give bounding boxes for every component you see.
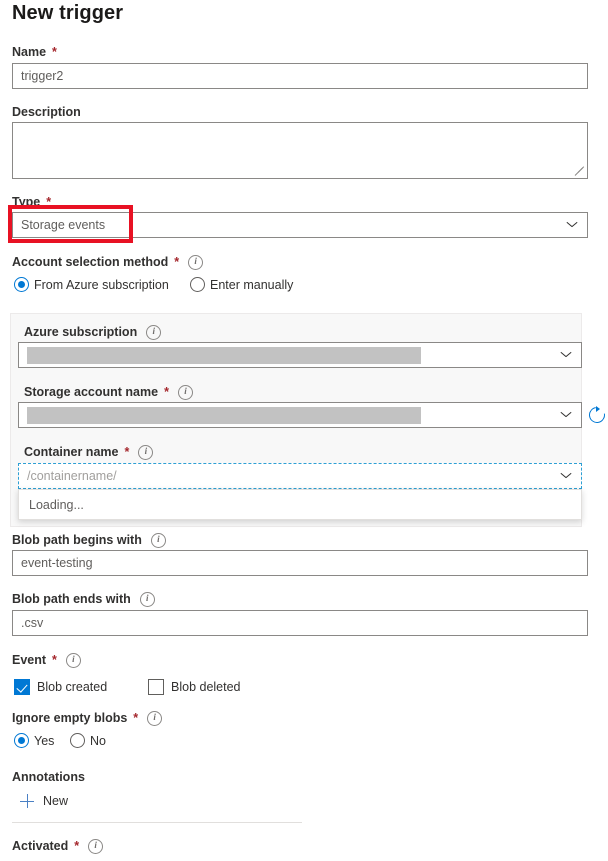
info-icon[interactable]: [138, 445, 153, 460]
blob-path-begins-with-input[interactable]: event-testing: [12, 550, 588, 576]
checkbox-indicator: [14, 679, 30, 695]
checkbox-label: Blob deleted: [171, 680, 241, 694]
dropdown-loading-text: Loading...: [29, 498, 84, 512]
description-label: Description: [12, 104, 81, 120]
checkbox-label: Blob created: [37, 680, 107, 694]
checkbox-blob-created[interactable]: Blob created: [14, 679, 107, 695]
radio-indicator: [14, 733, 29, 748]
ignore-empty-blobs-label-text: Ignore empty blobs: [12, 710, 127, 726]
radio-enter-manually[interactable]: Enter manually: [190, 277, 293, 292]
type-label-text: Type: [12, 194, 40, 210]
chevron-down-icon: [567, 219, 579, 231]
info-icon[interactable]: [140, 592, 155, 607]
storage-account-name-label-text: Storage account name: [24, 384, 158, 400]
radio-indicator: [190, 277, 205, 292]
radio-from-azure-subscription[interactable]: From Azure subscription: [14, 277, 169, 292]
chevron-down-icon: [561, 349, 573, 361]
container-name-label: Container name *: [24, 444, 153, 460]
annotations-label-text: Annotations: [12, 769, 85, 785]
info-icon[interactable]: [147, 711, 162, 726]
account-selection-method-required-marker: *: [174, 254, 179, 270]
info-icon[interactable]: [88, 839, 103, 854]
checkbox-indicator: [148, 679, 164, 695]
azure-subscription-label-text: Azure subscription: [24, 324, 137, 340]
container-name-select[interactable]: /containername/: [18, 463, 582, 489]
container-name-required-marker: *: [124, 444, 129, 460]
event-required-marker: *: [52, 652, 57, 668]
blob-path-begins-with-value: event-testing: [21, 556, 93, 570]
name-label-text: Name: [12, 44, 46, 60]
radio-indicator: [14, 277, 29, 292]
redacted-value: [27, 407, 421, 424]
blob-path-begins-with-label-text: Blob path begins with: [12, 532, 142, 548]
type-select-value: Storage events: [21, 218, 561, 232]
name-input[interactable]: trigger2: [12, 63, 588, 89]
blob-path-ends-with-label-text: Blob path ends with: [12, 591, 131, 607]
description-textarea[interactable]: [12, 122, 588, 179]
container-name-placeholder: /containername/: [27, 469, 555, 483]
resize-grip-icon[interactable]: [574, 166, 585, 177]
checkbox-blob-deleted[interactable]: Blob deleted: [148, 679, 241, 695]
info-icon[interactable]: [151, 533, 166, 548]
blob-path-begins-with-label: Blob path begins with: [12, 532, 166, 548]
name-input-value: trigger2: [21, 69, 63, 83]
refresh-icon[interactable]: [589, 407, 605, 423]
name-label: Name *: [12, 44, 57, 60]
info-icon[interactable]: [178, 385, 193, 400]
section-divider: [12, 822, 302, 823]
plus-icon: [20, 794, 34, 808]
chevron-down-icon: [561, 409, 573, 421]
type-select[interactable]: Storage events: [12, 212, 588, 238]
storage-account-name-select[interactable]: [18, 402, 582, 428]
new-trigger-form: New trigger Name * trigger2 Description …: [0, 0, 608, 861]
ignore-empty-blobs-label: Ignore empty blobs *: [12, 710, 162, 726]
chevron-down-icon: [561, 470, 573, 482]
account-selection-method-label-text: Account selection method: [12, 254, 168, 270]
account-selection-method-label: Account selection method *: [12, 254, 203, 270]
info-icon[interactable]: [188, 255, 203, 270]
add-annotation-button[interactable]: New: [20, 794, 68, 808]
add-annotation-label: New: [43, 794, 68, 808]
annotations-label: Annotations: [12, 769, 85, 785]
radio-ignore-empty-blobs-yes[interactable]: Yes: [14, 733, 54, 748]
radio-label: Yes: [34, 734, 54, 748]
storage-account-name-label: Storage account name *: [24, 384, 193, 400]
info-icon[interactable]: [66, 653, 81, 668]
event-label: Event *: [12, 652, 81, 668]
page-title: New trigger: [12, 2, 123, 25]
radio-label: No: [90, 734, 106, 748]
container-name-dropdown-panel: Loading...: [18, 489, 582, 520]
description-label-text: Description: [12, 104, 81, 120]
type-required-marker: *: [46, 194, 51, 210]
radio-indicator: [70, 733, 85, 748]
radio-ignore-empty-blobs-no[interactable]: No: [70, 733, 106, 748]
event-label-text: Event: [12, 652, 46, 668]
type-label: Type *: [12, 194, 51, 210]
azure-subscription-label: Azure subscription: [24, 324, 161, 340]
blob-path-ends-with-label: Blob path ends with: [12, 591, 155, 607]
storage-account-name-required-marker: *: [164, 384, 169, 400]
blob-path-ends-with-value: .csv: [21, 616, 43, 630]
radio-label: From Azure subscription: [34, 278, 169, 292]
refresh-arrow: [596, 406, 600, 412]
activated-label: Activated *: [12, 838, 103, 854]
container-name-label-text: Container name: [24, 444, 118, 460]
activated-label-text: Activated: [12, 838, 68, 854]
name-required-marker: *: [52, 44, 57, 60]
redacted-value: [27, 347, 421, 364]
azure-subscription-select[interactable]: [18, 342, 582, 368]
ignore-empty-blobs-required-marker: *: [133, 710, 138, 726]
info-icon[interactable]: [146, 325, 161, 340]
radio-label: Enter manually: [210, 278, 293, 292]
blob-path-ends-with-input[interactable]: .csv: [12, 610, 588, 636]
activated-required-marker: *: [74, 838, 79, 854]
